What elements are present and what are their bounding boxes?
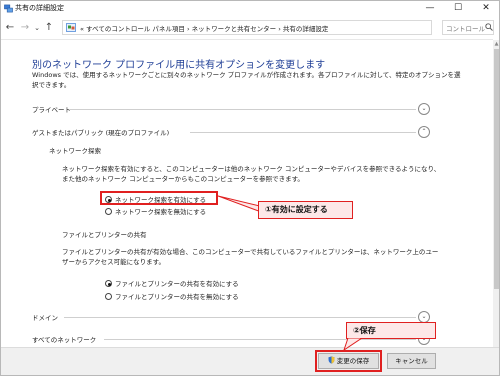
scrollbar-thumb[interactable] bbox=[494, 49, 499, 289]
annotation-step-1: ①有効に設定する bbox=[258, 201, 353, 219]
up-icon[interactable]: ↑ bbox=[43, 21, 55, 35]
divider bbox=[70, 109, 416, 110]
section-guest-public-chevron-up-icon[interactable]: ⌃ bbox=[418, 126, 430, 138]
file-sharing-description: ファイルとプリンターの共有が有効な場合、このコンピューターで共有しているファイル… bbox=[62, 248, 439, 266]
back-icon[interactable]: ← bbox=[4, 21, 16, 35]
radio-button[interactable] bbox=[105, 293, 112, 300]
network-discovery-description: ネットワーク探索を有効にすると、このコンピューターは他のネットワーク コンピュー… bbox=[62, 165, 441, 183]
radio-file-sharing-off[interactable]: ファイルとプリンターの共有を無効にする bbox=[105, 291, 239, 301]
radio-button-checked[interactable] bbox=[105, 196, 112, 203]
section-private-label[interactable]: プライベート bbox=[32, 104, 71, 114]
page-title: 別のネットワーク プロファイル用に共有オプションを変更します bbox=[32, 60, 326, 71]
breadcrumb[interactable]: « すべてのコントロール パネル項目 › ネットワークと共有センター › 共有の… bbox=[80, 23, 328, 33]
radio-button[interactable] bbox=[105, 208, 112, 215]
section-private-chevron-down-icon[interactable]: ⌄ bbox=[418, 103, 430, 115]
file-sharing-title: ファイルとプリンターの共有 bbox=[62, 231, 147, 239]
search-icon[interactable] bbox=[485, 23, 493, 31]
save-button-label: 変更の保存 bbox=[336, 357, 370, 365]
section-domain-label[interactable]: ドメイン bbox=[32, 312, 58, 322]
section-guest-public-label[interactable]: ゲストまたはパブリック (現在のプロファイル) bbox=[32, 127, 169, 137]
search-placeholder: コントロール bbox=[446, 25, 485, 33]
network-discovery-title: ネットワーク探索 bbox=[49, 147, 101, 155]
network-control-panel-icon bbox=[4, 4, 13, 13]
cancel-button[interactable]: キャンセル bbox=[387, 353, 436, 369]
annotation-step-2: ②保存 bbox=[346, 322, 436, 339]
callout-pointer bbox=[343, 338, 363, 350]
uac-shield-icon bbox=[328, 356, 335, 364]
radio-network-discovery-off[interactable]: ネットワーク探索を無効にする bbox=[105, 206, 206, 216]
minimize-button[interactable]: — bbox=[416, 0, 444, 16]
divider bbox=[190, 132, 416, 133]
radio-label: ネットワーク探索を無効にする bbox=[115, 208, 207, 216]
maximize-button[interactable]: ☐ bbox=[444, 0, 472, 16]
radio-label: ファイルとプリンターの共有を無効にする bbox=[115, 293, 239, 301]
control-panel-icon bbox=[66, 23, 76, 32]
radio-button-checked[interactable] bbox=[105, 280, 112, 287]
radio-network-discovery-on[interactable]: ネットワーク探索を有効にする bbox=[105, 194, 206, 204]
recent-locations-chevron-down-icon[interactable]: ⌄ bbox=[31, 21, 43, 35]
forward-icon[interactable]: → bbox=[19, 21, 31, 35]
radio-label: ネットワーク探索を有効にする bbox=[115, 196, 207, 204]
page-description: Windows では、使用するネットワークごとに別々のネットワーク プロファイル… bbox=[32, 71, 461, 89]
window-title: 共有の詳細設定 bbox=[15, 4, 64, 12]
radio-file-sharing-on[interactable]: ファイルとプリンターの共有を有効にする bbox=[105, 278, 239, 288]
save-changes-button[interactable]: 変更の保存 bbox=[318, 353, 379, 369]
scroll-up-arrow-icon[interactable]: ▲ bbox=[493, 40, 500, 48]
close-button[interactable]: ✕ bbox=[472, 0, 500, 16]
radio-label: ファイルとプリンターの共有を有効にする bbox=[115, 280, 239, 288]
section-all-networks-label[interactable]: すべてのネットワーク bbox=[32, 334, 96, 344]
divider bbox=[64, 317, 416, 318]
